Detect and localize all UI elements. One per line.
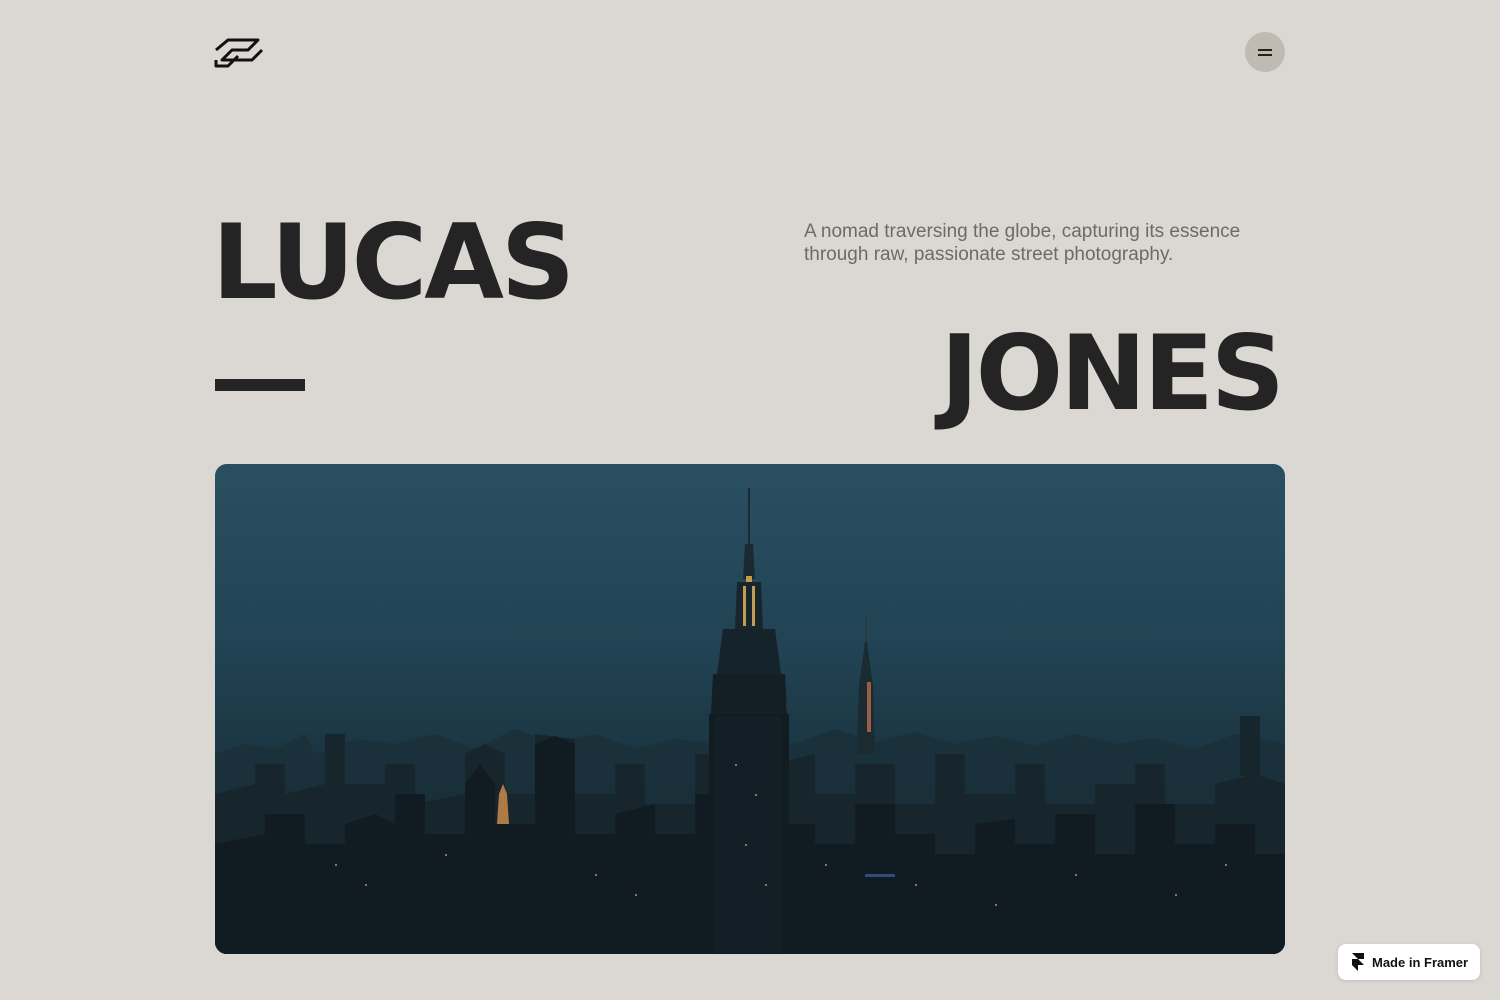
- last-name-heading: JONES: [940, 314, 1285, 434]
- skyline-illustration: [215, 464, 1285, 954]
- framer-icon: [1352, 953, 1364, 971]
- tagline-text: A nomad traversing the globe, capturing …: [804, 221, 1241, 265]
- portfolio-page: LUCAS JONES A nomad traversing the globe…: [0, 0, 1500, 1000]
- logo-icon[interactable]: [214, 36, 264, 70]
- city-skyline-photo: [215, 464, 1285, 954]
- heading-divider: [215, 379, 305, 391]
- made-in-framer-badge[interactable]: Made in Framer: [1338, 944, 1480, 980]
- first-name-heading: LUCAS: [212, 203, 575, 323]
- hamburger-menu-icon: [1258, 49, 1272, 51]
- hamburger-menu-icon-line: [1258, 54, 1272, 56]
- made-in-framer-label: Made in Framer: [1372, 954, 1469, 970]
- menu-button[interactable]: [1245, 32, 1285, 72]
- wave-logo-icon: [214, 38, 264, 68]
